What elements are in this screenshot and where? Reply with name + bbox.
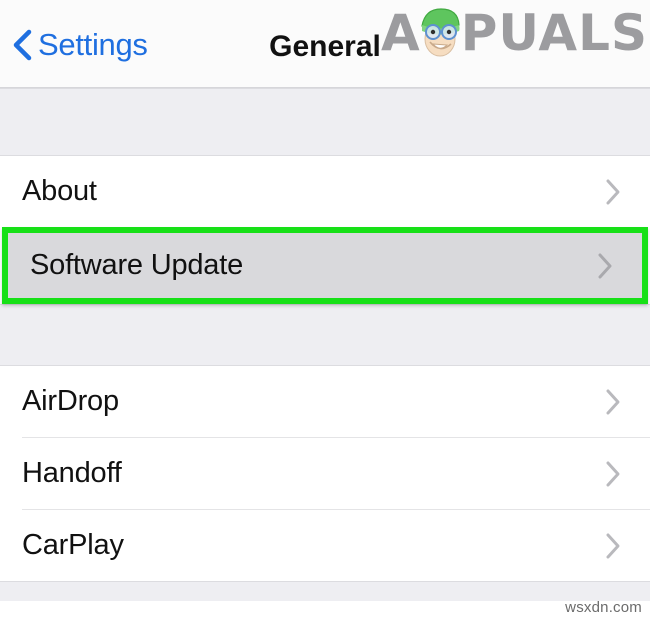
list-item-label: Software Update [30,249,244,281]
chevron-right-icon [604,531,622,561]
chevron-right-icon [604,459,622,489]
source-watermark: wsxdn.com [565,599,642,616]
chevron-right-icon [596,251,614,281]
chevron-right-icon [604,177,622,207]
list-item-handoff[interactable]: Handoff [0,438,650,509]
list-item-software-update[interactable]: Software Update [8,233,642,298]
section-gap-middle [0,304,650,366]
navigation-bar: Settings General A PUALS [0,0,650,88]
settings-group-one: About Software Update [0,156,650,304]
section-gap-bottom [0,581,650,601]
list-item-label: Handoff [22,457,122,489]
list-item-label: AirDrop [22,385,119,417]
chevron-right-icon [604,387,622,417]
list-item-carplay[interactable]: CarPlay [0,510,650,581]
section-gap-top [0,88,650,156]
highlight-annotation-software-update: Software Update [2,227,648,304]
list-item-airdrop[interactable]: AirDrop [0,366,650,437]
page-title: General [269,30,381,63]
list-item-about[interactable]: About [0,156,650,227]
list-item-label: CarPlay [22,529,124,561]
list-item-label: About [22,175,97,207]
settings-group-two: AirDrop Handoff CarPlay [0,366,650,581]
